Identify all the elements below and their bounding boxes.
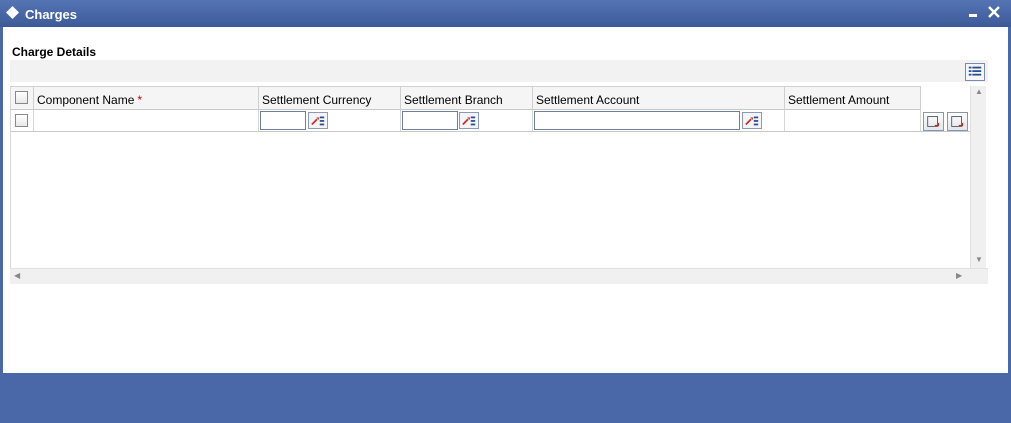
settlement-account-input[interactable] <box>534 111 740 130</box>
settlement-amount-cell <box>785 110 921 131</box>
currency-lov-icon[interactable] <box>308 112 328 129</box>
window-title: Charges <box>25 7 78 22</box>
charges-grid: Component Name * Settlement Currency Sett… <box>10 86 971 270</box>
settlement-branch-input[interactable] <box>402 111 458 130</box>
table-row <box>11 110 971 132</box>
settlement-account-cell <box>533 110 785 131</box>
settlement-branch-cell <box>401 110 533 131</box>
select-all-cell <box>11 87 34 110</box>
column-header-component-name: Component Name * <box>34 87 259 110</box>
column-label: Settlement Currency <box>262 93 372 107</box>
vertical-scrollbar[interactable]: ▲ ▼ <box>970 86 986 268</box>
close-icon[interactable] <box>986 4 1002 20</box>
title-bar: Charges <box>0 0 1011 27</box>
list-view-icon[interactable] <box>965 63 985 81</box>
grid-header: Component Name * Settlement Currency Sett… <box>11 86 921 110</box>
column-label: Settlement Amount <box>788 93 890 107</box>
column-label: Settlement Branch <box>404 93 503 107</box>
row-checkbox[interactable] <box>15 114 28 127</box>
charges-window: Charges Charge Details Component Name* <box>0 0 1011 423</box>
scroll-right-arrow-icon[interactable]: ▶ <box>956 271 962 280</box>
column-label: Component Name <box>37 93 135 107</box>
required-marker: * <box>137 93 143 107</box>
section-title: Charge Details <box>12 45 97 59</box>
scroll-up-arrow-icon[interactable]: ▲ <box>975 87 983 96</box>
select-all-checkbox[interactable] <box>15 91 28 104</box>
scroll-down-arrow-icon[interactable]: ▼ <box>975 255 983 264</box>
row-detail-icon[interactable] <box>923 112 944 131</box>
row-select-cell <box>11 110 34 131</box>
settlement-currency-cell <box>259 110 401 131</box>
column-header-settlement-branch: Settlement Branch <box>401 87 533 110</box>
column-label: Settlement Account <box>536 93 640 107</box>
settlement-currency-input[interactable] <box>260 111 306 130</box>
column-header-settlement-amount: Settlement Amount <box>785 87 921 110</box>
footer-bar <box>3 373 1008 421</box>
diamond-icon <box>6 6 19 19</box>
scroll-left-arrow-icon[interactable]: ◀ <box>14 271 20 280</box>
horizontal-scrollbar[interactable]: ◀ ▶ <box>10 268 988 284</box>
component-name-cell <box>34 110 259 131</box>
row-edit-icon[interactable] <box>947 112 968 131</box>
minimize-icon[interactable] <box>966 4 982 20</box>
content-area: Charge Details Component Name * Settlemen… <box>3 27 1008 373</box>
branch-lov-icon[interactable] <box>459 112 479 129</box>
column-header-settlement-currency: Settlement Currency <box>259 87 401 110</box>
column-header-settlement-account: Settlement Account <box>533 87 785 110</box>
account-lov-icon[interactable] <box>742 112 762 129</box>
grid-toolbar <box>10 60 988 82</box>
